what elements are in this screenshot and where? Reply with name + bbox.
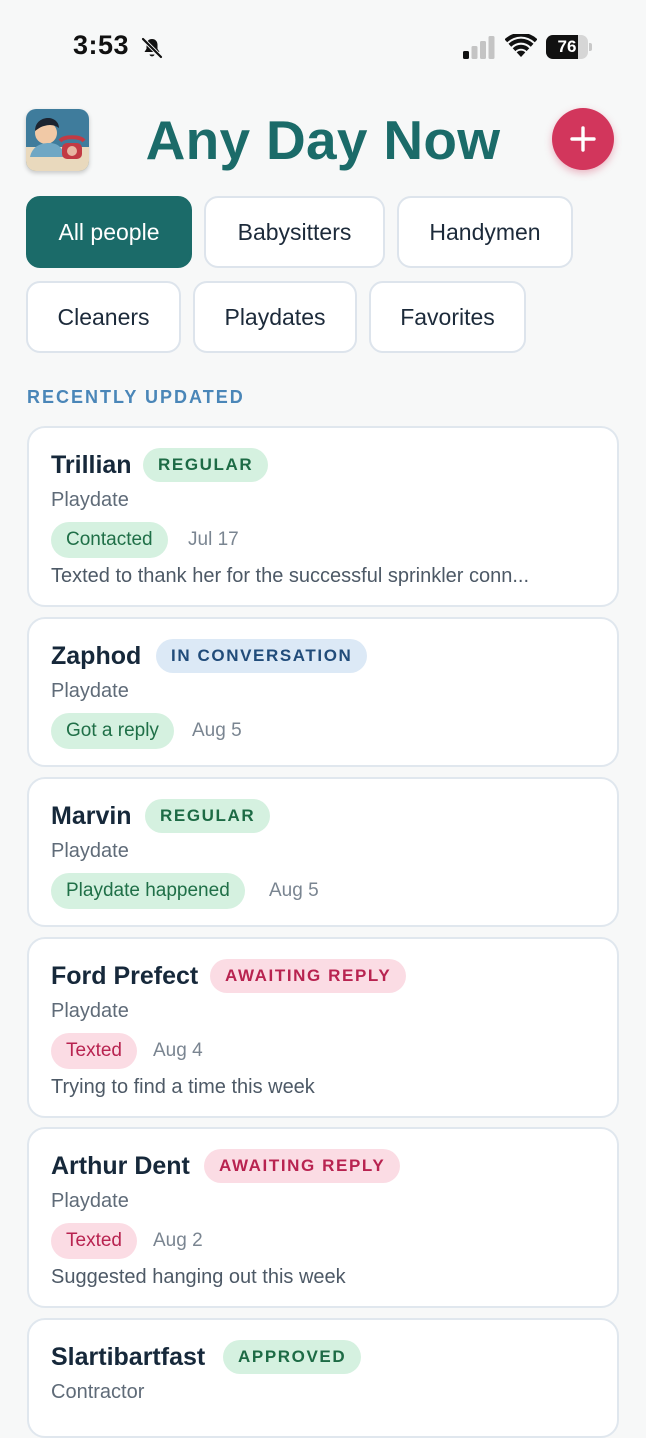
relationship-tag: AWAITING REPLY <box>204 1149 401 1183</box>
status-pill: Texted <box>51 1033 137 1069</box>
person-name: Ford Prefect <box>51 962 199 990</box>
person-note: Trying to find a time this week <box>51 1076 315 1098</box>
plus-icon <box>570 126 596 152</box>
person-name: Slartibartfast <box>51 1343 206 1371</box>
filter-cleaners[interactable]: Cleaners <box>26 281 181 353</box>
person-card[interactable]: Zaphod IN CONVERSATION Playdate Got a re… <box>27 617 619 767</box>
status-date: Jul 17 <box>188 529 239 550</box>
relationship-tag: IN CONVERSATION <box>156 639 368 673</box>
person-type: Playdate <box>51 489 129 511</box>
person-type: Playdate <box>51 680 129 702</box>
filter-favorites[interactable]: Favorites <box>369 281 526 353</box>
person-card[interactable]: Slartibartfast APPROVED Contractor <box>27 1318 619 1438</box>
filter-babysitters[interactable]: Babysitters <box>204 196 385 268</box>
person-name: Arthur Dent <box>51 1152 190 1180</box>
app-title: Any Day Now <box>145 109 501 171</box>
status-date: Aug 4 <box>153 1040 203 1061</box>
wifi-icon <box>505 34 537 57</box>
person-type: Playdate <box>51 1000 129 1022</box>
person-card[interactable]: Trillian REGULAR Playdate Contacted Jul … <box>27 426 619 607</box>
relationship-tag: APPROVED <box>223 1340 362 1374</box>
cellular-signal-icon <box>463 36 495 59</box>
status-pill: Contacted <box>51 522 168 558</box>
status-pill: Got a reply <box>51 713 174 749</box>
status-date: Aug 5 <box>269 880 319 901</box>
status-bar: 3:53 76 <box>0 0 646 96</box>
battery-percent: 76 <box>557 37 577 56</box>
filter-all-people[interactable]: All people <box>26 196 192 268</box>
person-note: Suggested hanging out this week <box>51 1266 346 1288</box>
person-card[interactable]: Ford Prefect AWAITING REPLY Playdate Tex… <box>27 937 619 1118</box>
relationship-tag: REGULAR <box>145 799 271 833</box>
status-pill: Playdate happened <box>51 873 245 909</box>
person-note: Texted to thank her for the successful s… <box>51 565 530 587</box>
filter-playdates[interactable]: Playdates <box>193 281 357 353</box>
person-type: Playdate <box>51 1190 129 1212</box>
battery-indicator: 76 <box>546 35 592 59</box>
status-time: 3:53 <box>73 30 130 60</box>
person-name: Zaphod <box>51 642 142 670</box>
relationship-tag: AWAITING REPLY <box>210 959 407 993</box>
bell-slash-icon <box>141 37 163 59</box>
person-card[interactable]: Marvin REGULAR Playdate Playdate happene… <box>27 777 619 927</box>
avatar[interactable] <box>26 109 89 171</box>
section-label: RECENTLY UPDATED <box>27 387 245 407</box>
relationship-tag: REGULAR <box>143 448 269 482</box>
person-card[interactable]: Arthur Dent AWAITING REPLY Playdate Text… <box>27 1127 619 1308</box>
person-name: Trillian <box>51 451 132 479</box>
status-date: Aug 2 <box>153 1230 203 1251</box>
filter-handymen[interactable]: Handymen <box>397 196 573 268</box>
status-pill: Texted <box>51 1223 137 1259</box>
avatar-illustration <box>26 109 89 171</box>
status-date: Aug 5 <box>192 720 242 741</box>
person-type: Playdate <box>51 840 129 862</box>
person-type: Contractor <box>51 1381 145 1403</box>
add-person-button[interactable] <box>552 108 614 170</box>
person-name: Marvin <box>51 802 132 830</box>
